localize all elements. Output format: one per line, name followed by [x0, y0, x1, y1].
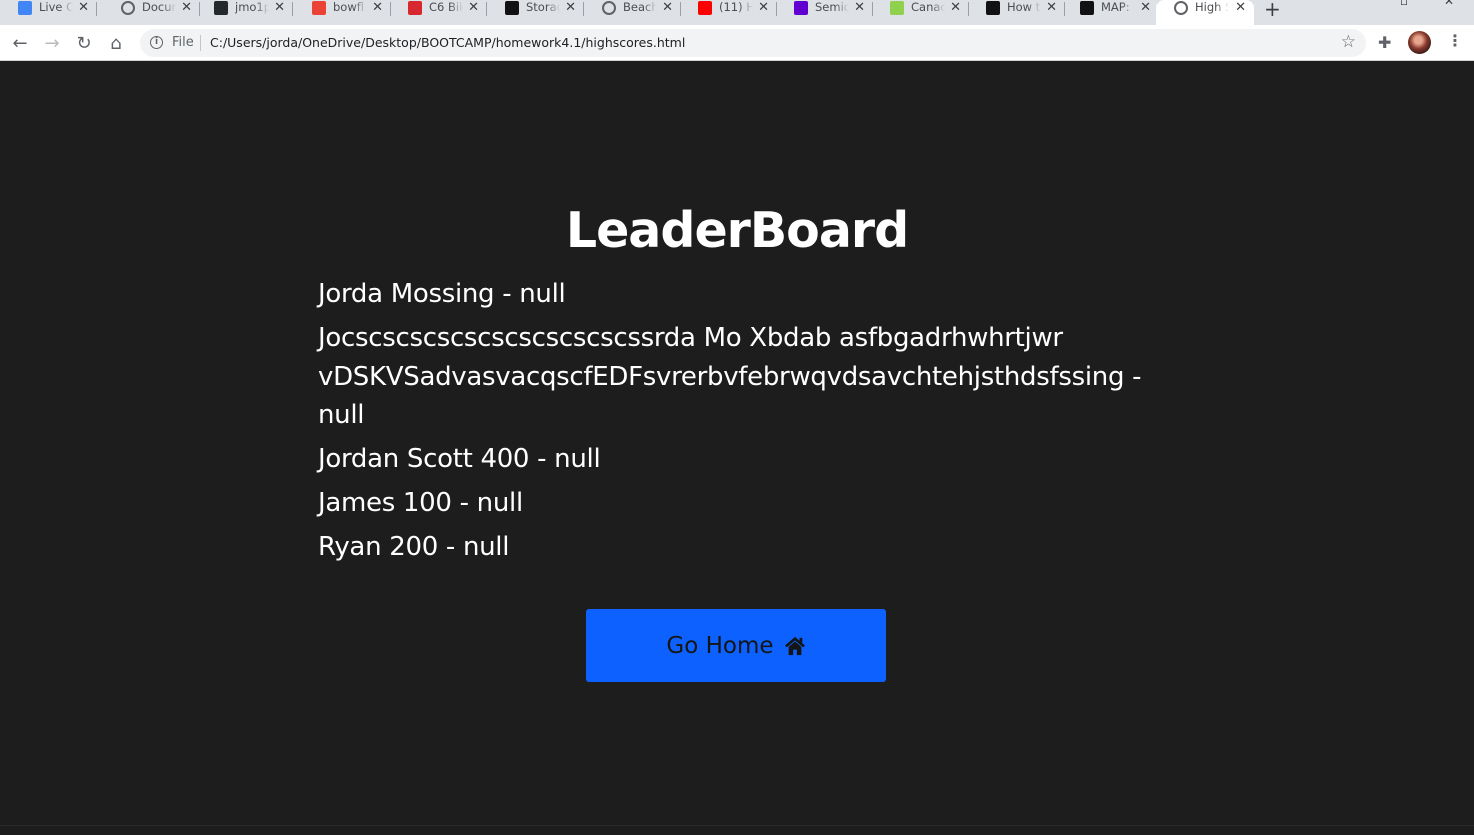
tab-title: Canac: [911, 0, 945, 14]
github-icon: [214, 1, 228, 15]
browser-tab[interactable]: bowfl ✕: [294, 0, 391, 25]
browser-tab[interactable]: Canac ✕: [872, 0, 969, 25]
tab-title: jmo1p: [235, 0, 269, 14]
tab-close-icon[interactable]: ✕: [1046, 0, 1057, 15]
minimize-icon[interactable]: ▫: [1400, 0, 1408, 8]
browser-tab[interactable]: Live C ✕: [0, 0, 97, 25]
home-nav-icon[interactable]: ⌂: [104, 31, 128, 55]
address-bar[interactable]: i File C:/Users/jorda/OneDrive/Desktop/B…: [140, 29, 1366, 57]
tab-close-icon[interactable]: ✕: [274, 0, 285, 15]
globe-icon: [121, 1, 135, 15]
browser-tab[interactable]: High S ✕: [1156, 0, 1254, 25]
tab-title: Beach: [623, 0, 657, 14]
tab-close-icon[interactable]: ✕: [1235, 0, 1246, 15]
globe-icon: [602, 1, 616, 15]
tab-title: Storag: [526, 0, 560, 14]
omnibox-divider: [200, 35, 201, 51]
forward-icon[interactable]: →: [40, 31, 64, 55]
bottom-divider: [0, 825, 1474, 826]
tab-title: Live C: [39, 0, 73, 14]
url-text[interactable]: C:/Users/jorda/OneDrive/Desktop/BOOTCAMP…: [210, 35, 685, 50]
tab-separator: [96, 2, 97, 16]
tab-title: C6 Bik: [429, 0, 463, 14]
avatar[interactable]: [1408, 31, 1431, 54]
youtube-icon: [698, 1, 712, 15]
tab-close-icon[interactable]: ✕: [468, 0, 479, 15]
c6-icon: [408, 1, 422, 15]
browser-tab[interactable]: C6 Bik ✕: [390, 0, 487, 25]
score-entry: Jocscscscscscscscscscscssrda Mo Xbdab as…: [318, 323, 1142, 430]
back-icon[interactable]: ←: [8, 31, 32, 55]
new-tab-button[interactable]: +: [1264, 0, 1281, 21]
globe-icon: [1174, 1, 1188, 15]
browser-tab[interactable]: Beach ✕: [584, 0, 681, 25]
tab-close-icon[interactable]: ✕: [854, 0, 865, 15]
page-content: LeaderBoard Jorda Mossing - null Jocscscs…: [0, 62, 1474, 835]
tab-title: High S: [1195, 0, 1229, 14]
upwork-icon: [890, 1, 904, 15]
tab-title: Semic: [815, 0, 849, 14]
go-home-button[interactable]: Go Home: [586, 609, 886, 682]
site-info-icon[interactable]: i: [150, 36, 163, 49]
storage-icon: [505, 1, 519, 15]
browser-menu-icon[interactable]: ⋮: [1447, 31, 1463, 50]
extensions-icon[interactable]: ✚: [1378, 33, 1391, 52]
google-icon: [312, 1, 326, 15]
score-entry: Jordan Scott 400 - null: [318, 444, 601, 474]
tab-close-icon[interactable]: ✕: [758, 0, 769, 15]
tab-title: MAP:: [1101, 0, 1130, 14]
page-title: LeaderBoard: [565, 202, 909, 259]
browser-tab[interactable]: Docur ✕: [103, 0, 200, 25]
score-entry: Ryan 200 - null: [318, 532, 510, 562]
browser-tab[interactable]: How t ✕: [968, 0, 1065, 25]
tab-title: Docur: [142, 0, 176, 14]
to-icon: [986, 1, 1000, 15]
tab-close-icon[interactable]: ✕: [565, 0, 576, 15]
scheme-label: File: [172, 35, 194, 50]
score-entry: Jorda Mossing - null: [318, 279, 566, 309]
browser-tab[interactable]: Storag ✕: [487, 0, 584, 25]
tab-title: bowfl: [333, 0, 364, 14]
close-window-icon[interactable]: ✕: [1444, 0, 1454, 8]
bookmark-star-icon[interactable]: ☆: [1341, 32, 1356, 52]
reload-icon[interactable]: ↻: [72, 31, 96, 55]
tab-title: (11) H: [719, 0, 753, 14]
tab-close-icon[interactable]: ✕: [950, 0, 961, 15]
to-icon: [1080, 1, 1094, 15]
tab-title: How t: [1007, 0, 1041, 14]
tab-strip: Live C✕Docur✕jmo1p✕bowfl✕C6 Bik✕Storag✕B…: [0, 0, 1474, 25]
scores-list: Jorda Mossing - null Jocscscscscscscscscs…: [318, 275, 1163, 572]
home-icon: [784, 636, 805, 655]
tab-close-icon[interactable]: ✕: [181, 0, 192, 15]
score-entry: James 100 - null: [318, 488, 523, 518]
tab-close-icon[interactable]: ✕: [372, 0, 383, 15]
tab-close-icon[interactable]: ✕: [78, 0, 89, 15]
browser-toolbar: ← → ↻ ⌂ i File C:/Users/jorda/OneDrive/D…: [0, 25, 1474, 61]
browser-tab[interactable]: jmo1p ✕: [196, 0, 293, 25]
docs-icon: [18, 1, 32, 15]
browser-tab[interactable]: Semic ✕: [776, 0, 873, 25]
tab-close-icon[interactable]: ✕: [1140, 0, 1151, 15]
tab-close-icon[interactable]: ✕: [662, 0, 673, 15]
browser-tab[interactable]: (11) H ✕: [680, 0, 777, 25]
yahoo-icon: [794, 1, 808, 15]
tab-separator: [292, 2, 293, 16]
browser-tab[interactable]: MAP: ✕: [1062, 0, 1159, 25]
go-home-label: Go Home: [666, 632, 774, 659]
